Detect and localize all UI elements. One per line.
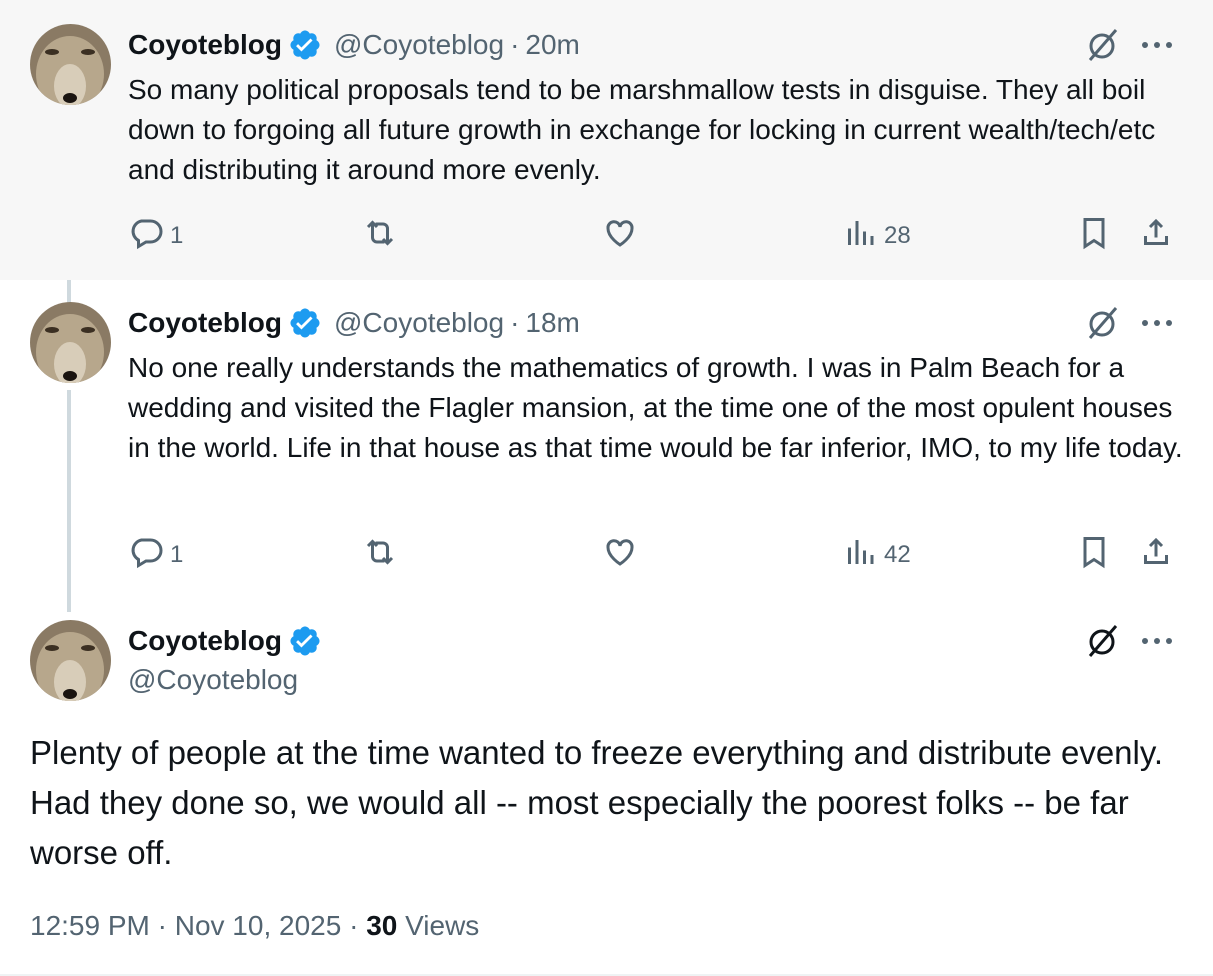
views-button[interactable]: 28: [842, 214, 911, 258]
tweet-header: Coyoteblog: [128, 623, 322, 659]
retweet-button[interactable]: [362, 533, 398, 577]
verified-badge-icon: [288, 28, 322, 62]
author-name[interactable]: Coyoteblog: [128, 29, 282, 61]
tweet-header: Coyoteblog @Coyoteblog · 18m: [128, 305, 580, 341]
retweet-icon: [362, 534, 398, 577]
grok-icon[interactable]: [1084, 622, 1122, 660]
views-count: 30: [366, 910, 398, 941]
tweet-actions: 1 28: [128, 214, 1188, 258]
view-count: 42: [884, 541, 911, 568]
verified-badge-icon: [288, 624, 322, 658]
tweet-text: So many political proposals tend to be m…: [128, 74, 1156, 185]
verified-badge-icon: [288, 306, 322, 340]
more-dots-icon[interactable]: [1138, 634, 1176, 648]
tweet-meta: 12:59 PM · Nov 10, 2025 · 30 Views: [30, 910, 479, 942]
reply-bubble-icon: [128, 215, 164, 258]
thread-tweet[interactable]: Coyoteblog @Coyoteblog · 20m So many pol…: [0, 0, 1213, 280]
more-dots-icon[interactable]: [1138, 38, 1176, 52]
tweet-text: No one really understands the mathematic…: [128, 352, 1183, 463]
bookmark-button[interactable]: [1076, 214, 1112, 258]
bookmark-button[interactable]: [1076, 533, 1112, 577]
main-tweet: Coyoteblog @Coyoteblog Plenty of people …: [0, 610, 1213, 976]
views-button[interactable]: 42: [842, 533, 911, 577]
author-handle[interactable]: @Coyoteblog: [128, 664, 298, 696]
tweet-header: Coyoteblog @Coyoteblog · 20m: [128, 27, 580, 63]
avatar[interactable]: [30, 24, 111, 105]
author-handle[interactable]: @Coyoteblog: [334, 307, 504, 339]
retweet-icon: [362, 215, 398, 258]
author-name[interactable]: Coyoteblog: [128, 307, 282, 339]
views-label: Views: [397, 910, 480, 941]
tweet-time[interactable]: 18m: [525, 307, 579, 339]
grok-icon[interactable]: [1084, 26, 1122, 64]
author-name[interactable]: Coyoteblog: [128, 625, 282, 657]
separator-dot: ·: [510, 307, 520, 338]
reply-button[interactable]: 1: [128, 214, 183, 258]
grok-icon[interactable]: [1084, 304, 1122, 342]
reply-bubble-icon: [128, 534, 164, 577]
author-handle[interactable]: @Coyoteblog: [334, 29, 504, 61]
reply-count: 1: [170, 541, 184, 568]
avatar[interactable]: [30, 302, 111, 383]
like-button[interactable]: [602, 214, 638, 258]
bar-chart-icon: [842, 215, 878, 258]
bar-chart-icon: [842, 534, 878, 577]
share-upload-icon: [1138, 215, 1174, 258]
reply-count: 1: [170, 222, 184, 249]
retweet-button[interactable]: [362, 214, 398, 258]
tweet-actions: 1 42: [128, 533, 1188, 577]
tweet-time[interactable]: 20m: [525, 29, 579, 61]
main-tweet-text: Plenty of people at the time wanted to f…: [30, 734, 1164, 871]
bookmark-icon: [1076, 215, 1112, 258]
heart-icon: [602, 534, 638, 577]
separator-dot: ·: [510, 29, 520, 60]
thread-tweet[interactable]: Coyoteblog @Coyoteblog · 18m No one real…: [0, 280, 1213, 610]
share-button[interactable]: [1138, 533, 1174, 577]
share-button[interactable]: [1138, 214, 1174, 258]
more-dots-icon[interactable]: [1138, 316, 1176, 330]
bookmark-icon: [1076, 534, 1112, 577]
reply-button[interactable]: 1: [128, 533, 183, 577]
heart-icon: [602, 215, 638, 258]
view-count: 28: [884, 222, 911, 249]
like-button[interactable]: [602, 533, 638, 577]
tweet-timestamp[interactable]: 12:59 PM · Nov 10, 2025 ·: [30, 910, 366, 941]
share-upload-icon: [1138, 534, 1174, 577]
avatar[interactable]: [30, 620, 111, 701]
